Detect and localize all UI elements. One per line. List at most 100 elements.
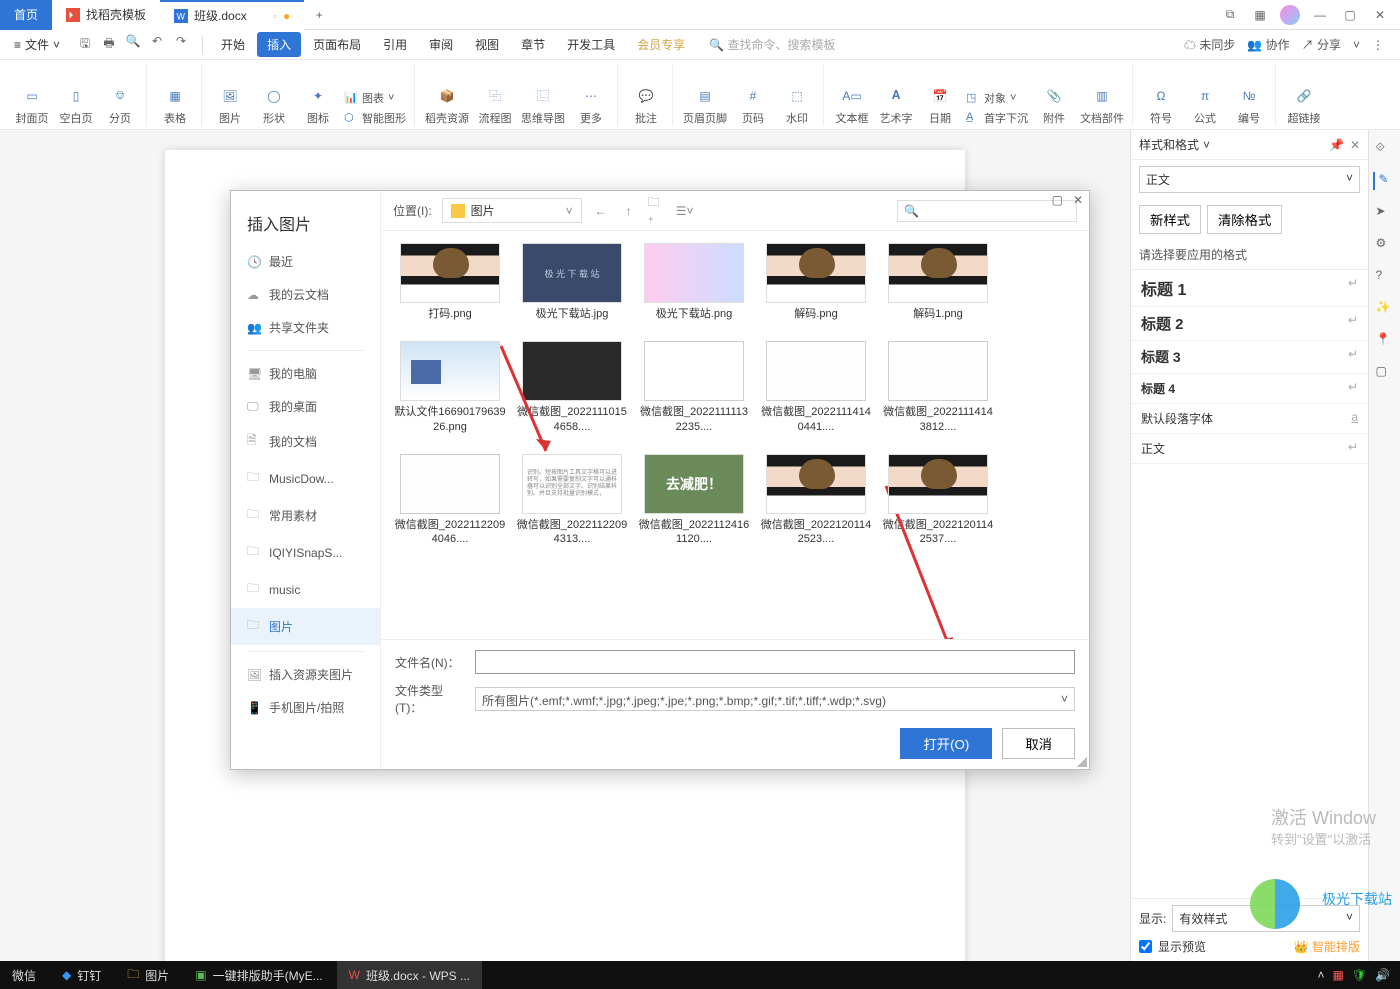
ts-more-icon[interactable]: ▢: [1376, 364, 1394, 382]
file-item[interactable]: 微信截图_20221122094046....: [391, 450, 509, 559]
chart-button[interactable]: 📊图表˅: [344, 90, 406, 106]
tab-reference[interactable]: 引用: [373, 32, 417, 57]
panel-close-icon[interactable]: ✕: [1350, 138, 1360, 152]
ts-ai-icon[interactable]: ✨: [1376, 300, 1394, 318]
ts-select-icon[interactable]: ➤: [1376, 204, 1394, 222]
view-options-icon[interactable]: ☰˅: [676, 202, 694, 220]
tab-devtools[interactable]: 开发工具: [557, 32, 625, 57]
side-documents[interactable]: 🗎我的文档: [231, 423, 380, 460]
symbol-button[interactable]: Ω符号: [1143, 84, 1179, 126]
textbox-button[interactable]: A▭文本框: [834, 84, 870, 126]
shape-button[interactable]: ◯形状: [256, 84, 292, 126]
style-heading4[interactable]: 标题 4↵: [1131, 374, 1368, 404]
apps-icon[interactable]: ▦: [1250, 5, 1270, 25]
side-phone[interactable]: 📱手机图片/拍照: [231, 691, 380, 724]
style-heading3[interactable]: 标题 3↵: [1131, 341, 1368, 374]
print-icon[interactable]: 🖶: [100, 34, 118, 55]
side-computer[interactable]: 🖥我的电脑: [231, 357, 380, 390]
pin-icon[interactable]: 📌: [1329, 138, 1344, 152]
taskbar-myeditor[interactable]: ▣一键排版助手(MyE...: [183, 961, 334, 989]
side-recent[interactable]: 🕓最近: [231, 245, 380, 278]
ts-settings-icon[interactable]: ⚙: [1376, 236, 1394, 254]
side-iqiyi[interactable]: 🗀IQIYISnapS...: [231, 534, 380, 571]
blank-page-button[interactable]: ▯空白页: [58, 84, 94, 126]
tab-template[interactable]: 找稻壳模板: [52, 0, 160, 30]
tab-start[interactable]: 开始: [211, 32, 255, 57]
dialog-restore-icon[interactable]: ▢: [1052, 193, 1063, 207]
taskbar-wechat[interactable]: 微信: [0, 961, 48, 989]
ts-help-icon[interactable]: ?: [1376, 268, 1394, 286]
side-music[interactable]: 🗀music: [231, 571, 380, 608]
file-grid[interactable]: 打码.png极 光 下 载 站极光下载站.jpg极光下载站.png解码.png解…: [381, 231, 1089, 639]
table-button[interactable]: ▦表格: [157, 84, 193, 126]
ts-style-icon[interactable]: ⟐: [1376, 140, 1394, 158]
docparts-button[interactable]: ▥文档部件: [1080, 84, 1124, 126]
tray-up-icon[interactable]: ˄: [1317, 968, 1324, 982]
new-tab-button[interactable]: +: [304, 8, 334, 22]
ts-format-icon[interactable]: ✎: [1373, 172, 1391, 190]
file-item[interactable]: 微信截图_20221114143812....: [879, 337, 997, 446]
preview-icon[interactable]: 🔍: [124, 34, 142, 55]
maximize-button[interactable]: ▢: [1340, 5, 1360, 25]
page-number-button[interactable]: #页码: [735, 84, 771, 126]
smartart-button[interactable]: ⬡智能图形: [344, 110, 406, 126]
coop-button[interactable]: 👥 协作: [1247, 36, 1289, 53]
style-body[interactable]: 正文↵: [1131, 434, 1368, 464]
new-folder-icon[interactable]: 🗀⁺: [648, 202, 666, 220]
wordart-button[interactable]: 𝐀艺术字: [878, 84, 914, 126]
share-button[interactable]: ↗ 分享: [1302, 36, 1341, 53]
filename-input[interactable]: [475, 650, 1075, 674]
current-style-select[interactable]: 正文˅: [1139, 166, 1360, 193]
number-button[interactable]: №编号: [1231, 84, 1267, 126]
command-search[interactable]: 🔍 查找命令、搜索模板: [709, 36, 835, 53]
layout-icon[interactable]: ⧉: [1220, 5, 1240, 25]
cover-page-button[interactable]: ▭封面页: [14, 84, 50, 126]
dropcap-button[interactable]: A̲首字下沉: [966, 110, 1028, 126]
tab-section[interactable]: 章节: [511, 32, 555, 57]
equation-button[interactable]: π公式: [1187, 84, 1223, 126]
open-button[interactable]: 打开(O): [900, 728, 992, 759]
style-heading2[interactable]: 标题 2↵: [1131, 307, 1368, 341]
comment-button[interactable]: 💬批注: [628, 84, 664, 126]
redo-icon[interactable]: ↷: [172, 34, 190, 55]
hyperlink-button[interactable]: 🔗超链接: [1286, 84, 1322, 126]
sync-button[interactable]: ☁ 未同步: [1184, 36, 1235, 53]
file-item[interactable]: 去减肥！微信截图_20221124161120....: [635, 450, 753, 559]
side-shared[interactable]: 👥共享文件夹: [231, 311, 380, 344]
file-item[interactable]: 默认文件1669017963926.png: [391, 337, 509, 446]
tab-view[interactable]: 视图: [465, 32, 509, 57]
tray-ime-icon[interactable]: ▦: [1332, 968, 1343, 982]
file-item[interactable]: 微信截图_20221111132235....: [635, 337, 753, 446]
side-cloud[interactable]: ☁我的云文档: [231, 278, 380, 311]
tray-volume-icon[interactable]: 🔊: [1375, 968, 1390, 982]
taskbar-pictures[interactable]: 🗀图片: [115, 961, 181, 989]
minimize-button[interactable]: —: [1310, 5, 1330, 25]
undo-icon[interactable]: ↶: [148, 34, 166, 55]
tab-member[interactable]: 会员专享: [627, 32, 695, 57]
close-button[interactable]: ✕: [1370, 5, 1390, 25]
tab-document[interactable]: W 班级.docx ▫ ●: [160, 0, 304, 30]
file-item[interactable]: 识别。短按图片工具文字格可以进转写，如果需要复制文字可以通科器可以识别全部文字。…: [513, 450, 631, 559]
file-item[interactable]: 极 光 下 载 站极光下载站.jpg: [513, 239, 631, 333]
side-musicdow[interactable]: 🗀MusicDow...: [231, 460, 380, 497]
file-item[interactable]: 微信截图_20221114140441....: [757, 337, 875, 446]
resize-grip[interactable]: [1077, 757, 1087, 767]
file-item[interactable]: 解码.png: [757, 239, 875, 333]
tab-home[interactable]: 首页: [0, 0, 52, 30]
object-button[interactable]: ◳对象˅: [966, 90, 1028, 106]
more-icon[interactable]: ⋮: [1372, 38, 1384, 52]
taskbar-wps[interactable]: W班级.docx - WPS ...: [337, 961, 482, 989]
location-breadcrumb[interactable]: 图片 ˅: [442, 198, 582, 223]
cancel-button[interactable]: 取消: [1002, 728, 1075, 759]
new-style-button[interactable]: 新样式: [1139, 205, 1201, 234]
style-default-font[interactable]: 默认段落字体a: [1131, 404, 1368, 434]
side-assets[interactable]: 🗀常用素材: [231, 497, 380, 534]
style-list[interactable]: 标题 1↵ 标题 2↵ 标题 3↵ 标题 4↵ 默认段落字体a 正文↵: [1131, 269, 1368, 898]
filetype-select[interactable]: 所有图片(*.emf;*.wmf;*.jpg;*.jpeg;*.jpe;*.pn…: [475, 687, 1075, 711]
icon-button[interactable]: ✦图标: [300, 84, 336, 126]
file-item[interactable]: 微信截图_20221201142523....: [757, 450, 875, 559]
date-button[interactable]: 📅日期: [922, 84, 958, 126]
watermark-button[interactable]: ⬚水印: [779, 84, 815, 126]
side-insert-resource[interactable]: 🖼插入资源夹图片: [231, 658, 380, 691]
file-menu[interactable]: ≡ 文件 ˅: [6, 36, 68, 53]
